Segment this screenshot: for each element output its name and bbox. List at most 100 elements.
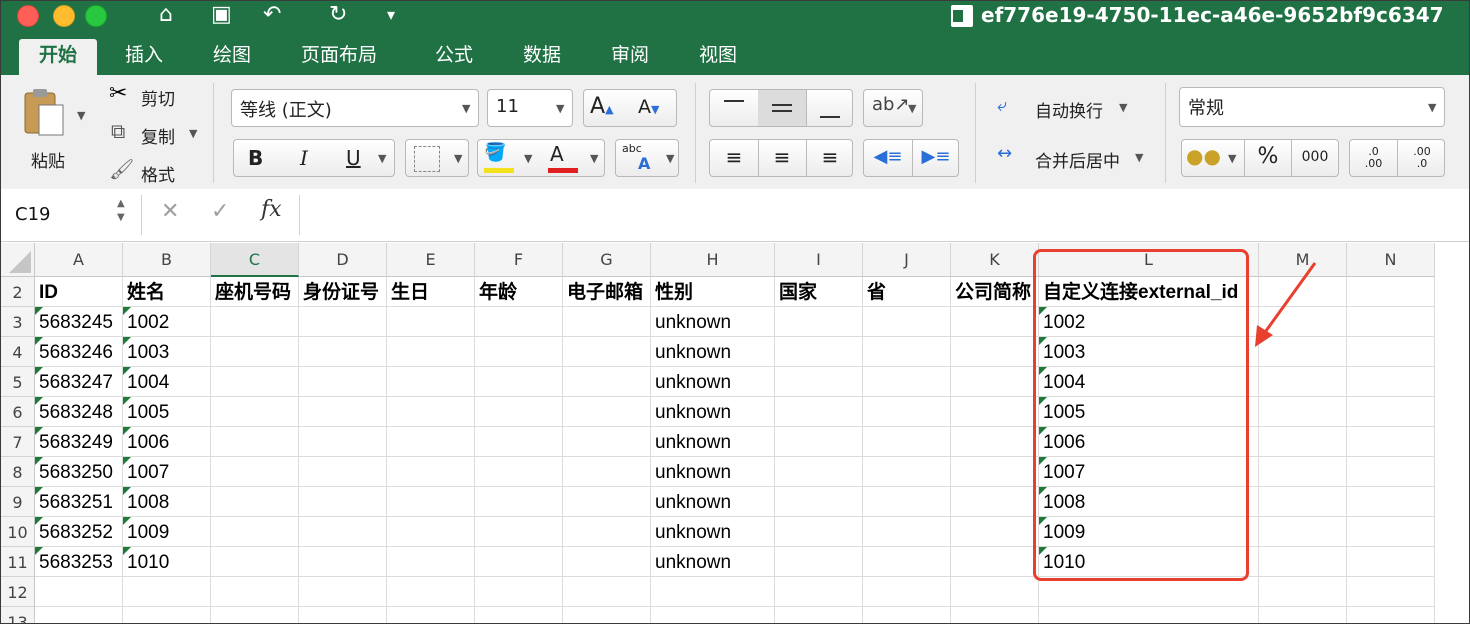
column-header-h[interactable]: H bbox=[651, 243, 775, 277]
tab-data[interactable]: 数据 bbox=[509, 39, 575, 75]
table-cell[interactable] bbox=[475, 307, 563, 337]
header-cell[interactable]: 电子邮箱 bbox=[563, 277, 651, 307]
column-header-a[interactable]: A bbox=[35, 243, 123, 277]
table-cell[interactable]: 5683251 bbox=[35, 487, 123, 517]
table-cell[interactable]: 5683253 bbox=[35, 547, 123, 577]
table-cell[interactable] bbox=[563, 337, 651, 367]
table-cell[interactable] bbox=[1347, 307, 1435, 337]
table-cell[interactable] bbox=[211, 577, 299, 607]
table-cell[interactable] bbox=[651, 577, 775, 607]
tab-view[interactable]: 视图 bbox=[685, 39, 751, 75]
table-cell[interactable]: 5683248 bbox=[35, 397, 123, 427]
table-cell[interactable] bbox=[563, 547, 651, 577]
row-header[interactable]: 10 bbox=[1, 517, 35, 547]
table-cell[interactable] bbox=[563, 367, 651, 397]
column-header-d[interactable]: D bbox=[299, 243, 387, 277]
row-header[interactable]: 11 bbox=[1, 547, 35, 577]
table-cell[interactable] bbox=[35, 577, 123, 607]
table-cell[interactable] bbox=[1347, 337, 1435, 367]
table-cell[interactable] bbox=[299, 607, 387, 623]
tab-page-layout[interactable]: 页面布局 bbox=[287, 39, 391, 75]
table-cell[interactable]: 5683245 bbox=[35, 307, 123, 337]
table-cell[interactable]: unknown bbox=[651, 337, 775, 367]
header-cell[interactable]: ID bbox=[35, 277, 123, 307]
table-cell[interactable] bbox=[863, 607, 951, 623]
table-cell[interactable] bbox=[563, 577, 651, 607]
table-cell[interactable] bbox=[211, 487, 299, 517]
row-header[interactable]: 9 bbox=[1, 487, 35, 517]
table-cell[interactable] bbox=[1259, 397, 1347, 427]
number-format-select[interactable]: 常规 ▼ bbox=[1179, 87, 1445, 127]
table-cell[interactable] bbox=[775, 337, 863, 367]
table-cell[interactable] bbox=[563, 307, 651, 337]
row-header[interactable]: 4 bbox=[1, 337, 35, 367]
table-cell[interactable] bbox=[775, 547, 863, 577]
table-cell[interactable] bbox=[299, 427, 387, 457]
table-cell[interactable] bbox=[475, 337, 563, 367]
borders-button[interactable]: ▼ bbox=[405, 139, 469, 177]
tab-formulas[interactable]: 公式 bbox=[421, 39, 487, 75]
table-cell[interactable]: unknown bbox=[651, 307, 775, 337]
table-cell[interactable] bbox=[951, 487, 1039, 517]
table-cell[interactable] bbox=[775, 517, 863, 547]
table-cell[interactable] bbox=[475, 397, 563, 427]
decrease-decimal-button[interactable]: .00 .0 bbox=[1398, 140, 1446, 176]
table-cell[interactable] bbox=[299, 517, 387, 547]
comma-style-button[interactable]: 000 bbox=[1292, 140, 1338, 176]
table-cell[interactable] bbox=[123, 577, 211, 607]
chevron-down-icon[interactable]: ▼ bbox=[1228, 152, 1236, 165]
table-cell[interactable] bbox=[1259, 487, 1347, 517]
row-header[interactable]: 13 bbox=[1, 607, 35, 623]
table-cell[interactable] bbox=[387, 517, 475, 547]
table-cell[interactable]: unknown bbox=[651, 457, 775, 487]
table-cell[interactable] bbox=[863, 457, 951, 487]
align-center-button[interactable]: ≡ bbox=[758, 140, 807, 176]
tab-insert[interactable]: 插入 bbox=[111, 39, 177, 75]
format-painter-button[interactable]: 🖌 格式 bbox=[107, 157, 197, 187]
column-header-b[interactable]: B bbox=[123, 243, 211, 277]
home-icon[interactable]: ⌂ bbox=[159, 1, 173, 31]
table-cell[interactable]: 1007 bbox=[123, 457, 211, 487]
table-cell[interactable]: 5683246 bbox=[35, 337, 123, 367]
table-cell[interactable] bbox=[563, 397, 651, 427]
table-cell[interactable] bbox=[951, 367, 1039, 397]
table-cell[interactable]: 1010 bbox=[123, 547, 211, 577]
table-cell[interactable] bbox=[863, 577, 951, 607]
header-cell[interactable]: 国家 bbox=[775, 277, 863, 307]
chevron-down-icon[interactable]: ▼ bbox=[590, 152, 598, 165]
table-cell[interactable] bbox=[1347, 607, 1435, 623]
table-cell[interactable] bbox=[475, 517, 563, 547]
table-cell[interactable] bbox=[1347, 457, 1435, 487]
align-bottom-button[interactable] bbox=[806, 90, 854, 126]
table-cell[interactable] bbox=[387, 367, 475, 397]
table-cell[interactable] bbox=[775, 367, 863, 397]
customize-toolbar-icon[interactable]: ▾ bbox=[387, 1, 395, 31]
increase-decimal-button[interactable]: .0 .00 bbox=[1350, 140, 1398, 176]
table-cell[interactable] bbox=[863, 487, 951, 517]
table-cell[interactable] bbox=[951, 607, 1039, 623]
wrap-text-button[interactable]: ⤶ 自动换行 ▼ bbox=[995, 93, 1145, 123]
insert-function-icon[interactable]: fx bbox=[261, 197, 282, 222]
table-cell[interactable] bbox=[299, 397, 387, 427]
table-cell[interactable]: unknown bbox=[651, 397, 775, 427]
column-header-f[interactable]: F bbox=[475, 243, 563, 277]
table-cell[interactable]: 1002 bbox=[123, 307, 211, 337]
chevron-down-icon[interactable]: ▼ bbox=[524, 152, 532, 165]
column-header-i[interactable]: I bbox=[775, 243, 863, 277]
table-cell[interactable] bbox=[475, 607, 563, 623]
underline-dropdown-icon[interactable]: ▼ bbox=[378, 152, 386, 165]
table-cell[interactable] bbox=[563, 427, 651, 457]
table-cell[interactable] bbox=[475, 487, 563, 517]
column-header-c[interactable]: C bbox=[211, 243, 299, 277]
name-box[interactable]: C19 bbox=[5, 197, 135, 233]
table-cell[interactable] bbox=[863, 397, 951, 427]
table-cell[interactable] bbox=[1347, 577, 1435, 607]
table-cell[interactable] bbox=[475, 577, 563, 607]
italic-button[interactable]: I bbox=[300, 146, 308, 170]
table-cell[interactable] bbox=[387, 307, 475, 337]
minimize-window-button[interactable] bbox=[53, 5, 75, 27]
row-header[interactable]: 7 bbox=[1, 427, 35, 457]
table-cell[interactable]: unknown bbox=[651, 487, 775, 517]
table-cell[interactable]: unknown bbox=[651, 427, 775, 457]
redo-icon[interactable]: ↻ bbox=[329, 1, 347, 31]
